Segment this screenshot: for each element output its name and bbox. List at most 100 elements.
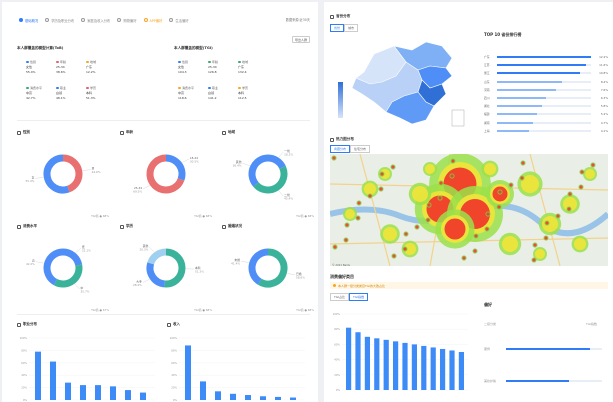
tab-label: APP偏好: [149, 18, 163, 23]
metric-label: 性别: [178, 60, 206, 64]
segment-tab[interactable]: TGI占比: [330, 293, 350, 301]
segment-tab[interactable]: TGI指数: [349, 293, 369, 301]
rank-row[interactable]: 江苏 11.6%: [484, 61, 608, 69]
side-label-left: 二级分类: [484, 322, 497, 326]
metric-value: 女性: [26, 65, 33, 70]
donut-slice: [147, 248, 167, 265]
rank-row[interactable]: 四川 6.3%: [484, 94, 608, 102]
rank-name: 河南: [484, 87, 490, 92]
tab-icon: [45, 18, 50, 22]
rank-row[interactable]: 浙江 10.8%: [484, 69, 608, 77]
donut-value: 51.3%: [195, 270, 204, 274]
donut-card: 学历 本科 51.3% 大专 28.4% 其他 20.3% TGI值 ● 68%: [120, 224, 212, 312]
metric-value: 25-34: [208, 65, 217, 70]
bar: [355, 332, 361, 390]
tab-label: 基础概况: [25, 18, 39, 23]
left-panel: 基础概况 学历及职业分布 家庭及收入分布 购物偏好 APP偏好 生活偏好 数据来源:近30…: [2, 2, 318, 402]
rank-bar-fill: [497, 56, 591, 59]
donut-value: 35.7%: [81, 289, 90, 293]
metric-label: 学历: [86, 86, 114, 90]
metric-percent: 141.2: [208, 96, 217, 101]
export-button[interactable]: 导出人群: [292, 36, 310, 43]
donut-value: 42.2%: [26, 262, 35, 266]
segment-tab[interactable]: 城市: [344, 24, 359, 32]
metric-label: 学历: [238, 86, 266, 90]
donut-value: 69.5%: [133, 189, 142, 193]
donut-value: 28.4%: [133, 283, 142, 287]
rank-percent: 8.4%: [600, 79, 608, 84]
heatmap[interactable]: [330, 154, 608, 266]
overview-title-left: 本人群覆盖的模型计算(ToB): [17, 46, 64, 50]
rank-name: 湖南: [484, 120, 490, 125]
rank-percent: 4.7%: [600, 120, 608, 125]
metric-dot: [208, 86, 211, 90]
top-tabs: 基础概况 学历及职业分布 家庭及收入分布 购物偏好 APP偏好 生活偏好: [19, 16, 189, 24]
bar: [275, 396, 281, 400]
tab-3[interactable]: 购物偏好: [117, 16, 137, 24]
bar-section-title: 消费偏好类目: [330, 274, 354, 279]
donut-chart: 本科51.3%大专28.4%其他20.3%: [133, 244, 204, 288]
y-tick: 0%: [336, 388, 341, 392]
rank-row[interactable]: 河南 7.6%: [484, 86, 608, 94]
metric-percent: 126.8: [208, 70, 217, 75]
metric-value: 白领: [56, 91, 63, 96]
segment-tab[interactable]: 省份: [330, 24, 345, 32]
rank-bar-track: [497, 88, 591, 91]
rank-name: 江苏: [484, 63, 490, 68]
tab-4[interactable]: APP偏好: [143, 16, 163, 24]
metric-label: 年龄: [56, 60, 84, 64]
y-tick: 100%: [333, 312, 341, 316]
bar: [35, 351, 41, 400]
bar-chart: 0% 20% 40% 60% 80% 100%: [20, 336, 155, 402]
bar: [440, 348, 446, 390]
metric-label: 地域: [86, 60, 114, 64]
metric-percent: 48.1%: [56, 96, 66, 101]
tab-icon: [19, 18, 23, 22]
rank-bar-track: [497, 80, 591, 83]
donut-footer: TGI值 ● 68%: [91, 214, 109, 218]
segment-tab[interactable]: 住宅分布: [350, 145, 371, 153]
rank-name: 浙江: [484, 71, 490, 76]
rank-row[interactable]: 上海 4.1%: [484, 127, 608, 135]
bar: [185, 345, 191, 400]
rank-bar-fill: [497, 97, 546, 100]
donut-footer: TGI值 ● 68%: [296, 214, 314, 218]
metric-item: 地域 广东 12.2%: [86, 60, 114, 74]
tab-0[interactable]: 基础概况: [19, 16, 38, 24]
map-title-text: 省份分布: [336, 14, 351, 18]
rank-bar-track: [497, 56, 591, 59]
tab-icon: [169, 18, 174, 22]
rank-row[interactable]: 福建 5.2%: [484, 110, 608, 118]
tab-5[interactable]: 生活偏好: [169, 16, 189, 24]
tab-2[interactable]: 家庭及收入分布: [81, 16, 110, 24]
rank-percent: 6.3%: [600, 96, 608, 101]
metric-label: 性别: [26, 60, 54, 64]
map-copyright: © 2021 Baidu: [332, 264, 351, 267]
rank-bar-fill: [497, 105, 542, 108]
rank-bar-fill: [497, 64, 587, 67]
overview-title-right: 本人群覆盖的模型(TGI): [174, 46, 213, 50]
metric-dot: [26, 60, 29, 64]
metric-item: 学历 本科 112.5: [238, 86, 266, 100]
rank-row[interactable]: 湖北 5.8%: [484, 102, 608, 110]
rank-row[interactable]: 广东 12.2%: [484, 53, 608, 61]
rank-name: 山东: [484, 79, 490, 84]
metric-dot: [86, 86, 89, 90]
rank-row[interactable]: 山东 8.4%: [484, 78, 608, 86]
rank-row[interactable]: 湖南 4.7%: [484, 119, 608, 127]
warning-text: 本人群一级分类类目TGI的大致占比: [338, 283, 386, 288]
tab-1[interactable]: 学历及职业分布: [45, 16, 74, 24]
segment-tab[interactable]: 商圈分布: [330, 145, 351, 153]
heat-icon: [330, 137, 334, 142]
bar: [402, 342, 408, 390]
side-row-label: 美妆护肤: [484, 379, 497, 383]
donut-footer: TGI值 ● 68%: [194, 308, 212, 312]
metric-dot: [26, 86, 29, 90]
donut-chart: 18-2430.5%25-3469.5%: [133, 154, 199, 194]
header-note: 数据来源:近30天: [285, 18, 310, 22]
metric-value: 本科: [86, 91, 93, 96]
heat-title-text: 热力图分布: [336, 137, 354, 141]
china-map[interactable]: [334, 32, 474, 132]
right-bar-chart: 0% 20% 40% 60% 80% 100%: [333, 312, 468, 392]
donut-card: 婚姻状况 已婚 58.6% 未婚 41.4% TGI值 ● 68%: [222, 224, 314, 312]
